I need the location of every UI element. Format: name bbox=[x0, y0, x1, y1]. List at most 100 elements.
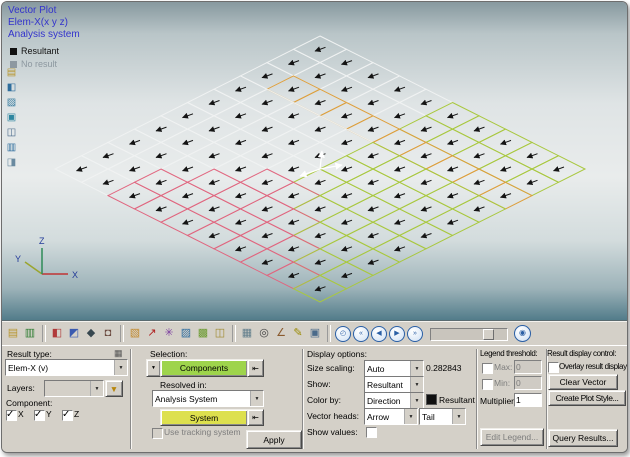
notes-panel-icon[interactable]: ✎ bbox=[290, 325, 306, 342]
chevron-down-icon: ▼ bbox=[410, 377, 423, 392]
clear-vector-button[interactable]: Clear Vector bbox=[548, 374, 618, 390]
plot-title: Vector Plot bbox=[8, 5, 80, 17]
axis-icon[interactable]: ◫ bbox=[5, 126, 18, 139]
component-z-checkbox[interactable] bbox=[62, 410, 73, 421]
legend-min-checkbox[interactable] bbox=[482, 379, 493, 390]
plot-result-type: Elem-X(x y z) bbox=[8, 17, 80, 29]
panel-divider bbox=[302, 349, 304, 449]
mask-panel-icon[interactable]: ▦ bbox=[239, 325, 255, 342]
main-toolbar: ▤▥ ◧◩◆◘ ▧↗✳▨▩◫ ▦◎∠✎▣ ◴«◀▶» ◉ bbox=[2, 320, 627, 346]
plot-window-icon[interactable]: ◧ bbox=[5, 81, 18, 94]
vector-tails-value: Tail bbox=[420, 412, 452, 422]
animation-slider-thumb[interactable] bbox=[483, 329, 494, 340]
selection-label: Selection: bbox=[150, 349, 187, 359]
save-session-icon[interactable]: ▥ bbox=[22, 325, 38, 342]
iso-panel-icon[interactable]: ▩ bbox=[195, 325, 211, 342]
animation-slider[interactable] bbox=[430, 328, 508, 341]
last-frame-icon[interactable]: » bbox=[407, 326, 423, 342]
model-view-icon[interactable]: ◧ bbox=[49, 325, 65, 342]
legend-threshold-label: Legend threshold: bbox=[480, 349, 537, 358]
deformed-panel-icon[interactable]: ▨ bbox=[178, 325, 194, 342]
control-panel: Result type: ▦ Elem-X (v) ▼ Layers: ▼ ▼ … bbox=[2, 345, 627, 452]
panel-divider bbox=[476, 349, 478, 449]
show-select[interactable]: Resultant ▼ bbox=[364, 376, 424, 393]
svg-text:Z: Z bbox=[39, 236, 45, 246]
legend-max-label: Max: bbox=[494, 362, 512, 372]
camera-icon[interactable]: ◘ bbox=[100, 325, 116, 342]
vector-tails-select[interactable]: Tail ▼ bbox=[419, 408, 466, 425]
legend-max-checkbox[interactable] bbox=[482, 363, 493, 374]
result-grid-icon[interactable]: ▦ bbox=[114, 348, 123, 358]
resolved-in-label: Resolved in: bbox=[160, 380, 207, 390]
system-reset-icon[interactable]: ⇤ bbox=[247, 409, 264, 426]
page-setup-icon[interactable]: ▤ bbox=[5, 66, 18, 79]
query-results-button[interactable]: Query Results... bbox=[548, 429, 618, 447]
legend-label: Resultant bbox=[21, 46, 59, 56]
image-capture-icon[interactable]: ▣ bbox=[307, 325, 323, 342]
animation-timer-icon[interactable]: ◴ bbox=[335, 326, 351, 342]
toolbar-separator bbox=[42, 325, 46, 342]
result-type-value: Elem-X (v) bbox=[6, 363, 114, 373]
vector-heads-label: Vector heads: bbox=[307, 411, 359, 421]
vector-plot-canvas: XYZ bbox=[2, 2, 625, 320]
apply-button[interactable]: Apply bbox=[246, 430, 302, 449]
show-values-checkbox[interactable] bbox=[366, 427, 377, 438]
reverse-play-icon[interactable]: ◀ bbox=[371, 326, 387, 342]
legend-entry-resultant: Resultant bbox=[10, 46, 59, 56]
datum-icon[interactable]: ▥ bbox=[5, 141, 18, 154]
result-type-label: Result type: bbox=[7, 349, 52, 359]
viewport-side-toolbar: ▤ ◧ ▨ ▣ ◫ ▥ ◨ bbox=[5, 66, 18, 169]
color-by-value: Direction bbox=[365, 396, 410, 406]
show-value: Resultant bbox=[365, 380, 410, 390]
section-cut-icon[interactable]: ◫ bbox=[212, 325, 228, 342]
resolved-in-select[interactable]: Analysis System ▼ bbox=[152, 390, 264, 407]
chevron-down-icon: ▼ bbox=[250, 391, 263, 406]
first-frame-icon[interactable]: « bbox=[353, 326, 369, 342]
curves-icon[interactable]: ▨ bbox=[5, 96, 18, 109]
component-x-label: X bbox=[18, 409, 24, 419]
legend-max-input[interactable] bbox=[514, 360, 542, 374]
shaded-cube-icon[interactable]: ◩ bbox=[66, 325, 82, 342]
component-label: Component: bbox=[6, 398, 52, 408]
multiplier-input[interactable] bbox=[514, 393, 542, 407]
chevron-down-icon: ▼ bbox=[404, 409, 417, 424]
component-x-checkbox[interactable] bbox=[6, 410, 17, 421]
result-type-select[interactable]: Elem-X (v) ▼ bbox=[5, 359, 128, 376]
components-collector-button[interactable]: Components bbox=[160, 359, 248, 377]
contour-panel-icon[interactable]: ▧ bbox=[127, 325, 143, 342]
animation-controls-icon[interactable]: ◉ bbox=[514, 325, 531, 342]
tracking-system-checkbox[interactable] bbox=[152, 428, 163, 439]
layers-select[interactable]: ▼ bbox=[44, 380, 104, 397]
layers-label: Layers: bbox=[7, 383, 35, 393]
component-y-checkbox[interactable] bbox=[34, 410, 45, 421]
layer-filter-funnel-icon[interactable]: ▼ bbox=[105, 380, 123, 397]
wireframe-cube-icon[interactable]: ◆ bbox=[83, 325, 99, 342]
notes-icon[interactable]: ▣ bbox=[5, 111, 18, 124]
measure-panel-icon[interactable]: ∠ bbox=[273, 325, 289, 342]
resultant-color-swatch[interactable] bbox=[426, 394, 437, 405]
graphics-viewport[interactable]: XYZ Vector Plot Elem-X(x y z) Analysis s… bbox=[2, 2, 627, 320]
size-scaling-select[interactable]: Auto ▼ bbox=[364, 360, 424, 377]
show-label: Show: bbox=[307, 379, 331, 389]
legend-min-input[interactable] bbox=[514, 376, 542, 390]
display-options-label: Display options: bbox=[307, 349, 367, 359]
vector-panel-icon[interactable]: ↗ bbox=[144, 325, 160, 342]
show-values-label: Show values: bbox=[307, 427, 358, 437]
session-icon[interactable]: ◨ bbox=[5, 156, 18, 169]
size-scaling-mode: Auto bbox=[365, 364, 410, 374]
vector-heads-select[interactable]: Arrow ▼ bbox=[364, 408, 418, 425]
open-session-icon[interactable]: ▤ bbox=[5, 325, 21, 342]
selector-chevron-icon[interactable]: ▼ bbox=[146, 359, 161, 377]
resolved-in-value: Analysis System bbox=[153, 394, 250, 404]
system-collector-button[interactable]: System bbox=[160, 409, 248, 426]
create-plot-style-button[interactable]: Create Plot Style... bbox=[548, 390, 626, 406]
component-y-label: Y bbox=[46, 409, 52, 419]
color-by-select[interactable]: Direction ▼ bbox=[364, 392, 424, 409]
play-icon[interactable]: ▶ bbox=[389, 326, 405, 342]
collector-reset-icon[interactable]: ⇤ bbox=[247, 359, 264, 377]
tensor-panel-icon[interactable]: ✳ bbox=[161, 325, 177, 342]
tracking-panel-icon[interactable]: ◎ bbox=[256, 325, 272, 342]
edit-legend-button[interactable]: Edit Legend... bbox=[480, 428, 544, 446]
overlay-result-checkbox[interactable] bbox=[548, 362, 559, 373]
color-by-label: Color by: bbox=[307, 395, 341, 405]
